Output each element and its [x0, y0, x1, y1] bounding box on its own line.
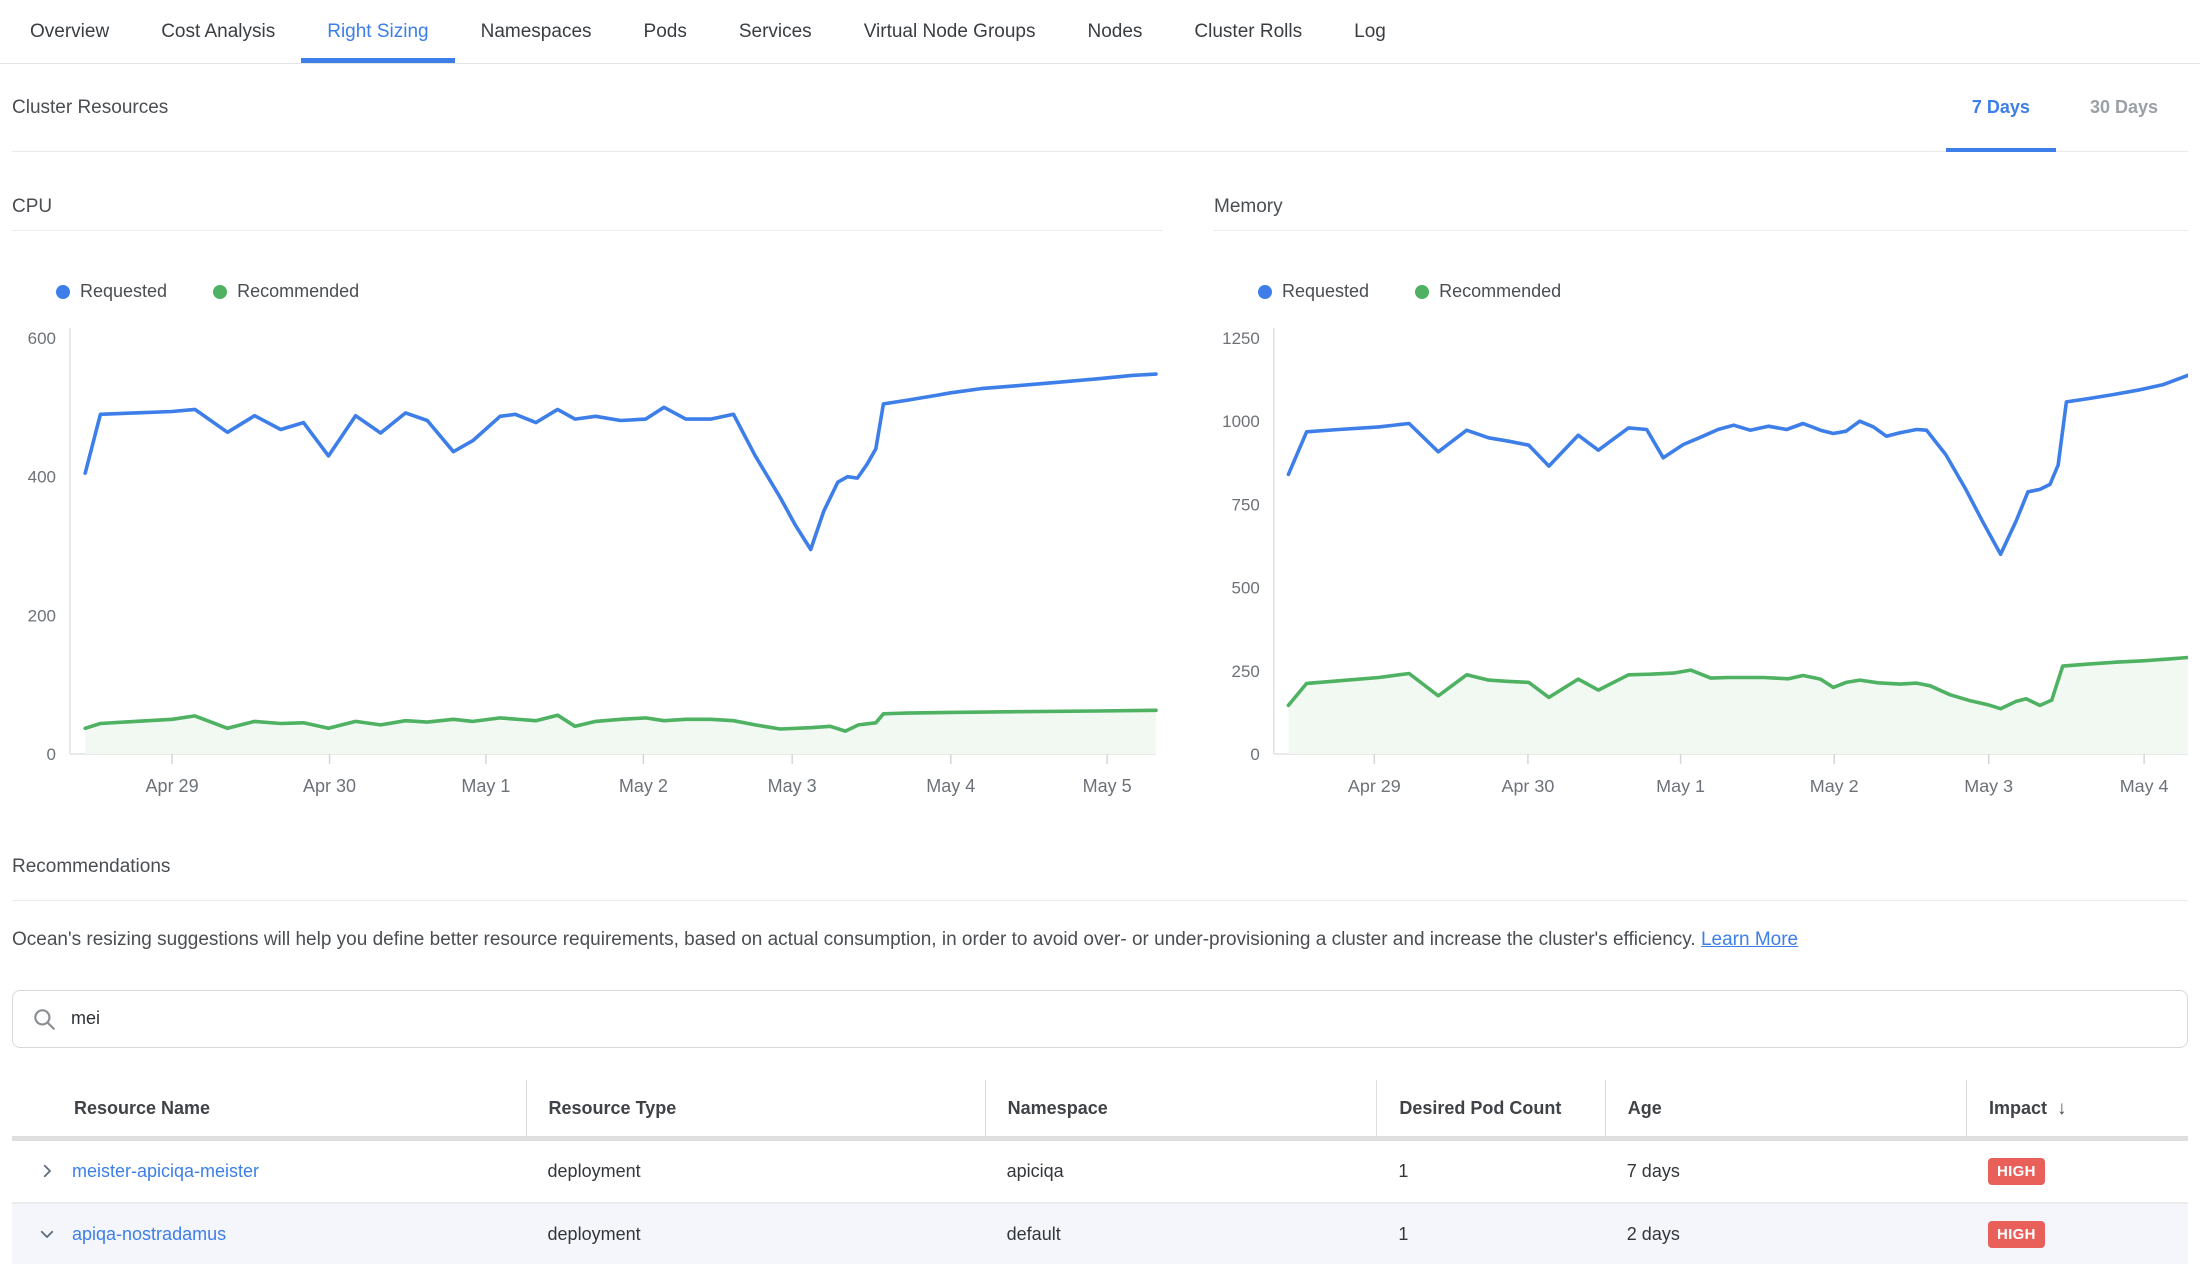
- search-box[interactable]: [12, 990, 2188, 1048]
- requested-series-dot-icon: [1258, 285, 1272, 299]
- tab-cost-analysis[interactable]: Cost Analysis: [135, 0, 301, 63]
- range-tabs: 7 Days 30 Days: [1942, 64, 2188, 151]
- age-cell: 2 days: [1605, 1224, 1966, 1245]
- tab-services[interactable]: Services: [713, 0, 838, 63]
- range-tab-30-days[interactable]: 30 Days: [2060, 64, 2188, 151]
- recommended-series-dot-icon: [1415, 285, 1429, 299]
- column-header-resource-name[interactable]: Resource Name: [12, 1080, 526, 1136]
- legend-label: Requested: [1282, 281, 1369, 302]
- recommended-series-dot-icon: [213, 285, 227, 299]
- namespace-cell: apiciqa: [985, 1161, 1377, 1182]
- tab-log[interactable]: Log: [1328, 0, 1412, 63]
- svg-text:May 5: May 5: [1083, 776, 1132, 796]
- table-row[interactable]: apiqa-nostradamus deployment default 1 2…: [12, 1204, 2188, 1264]
- legend-item-requested[interactable]: Requested: [1258, 281, 1369, 302]
- svg-text:600: 600: [28, 329, 56, 348]
- column-header-age[interactable]: Age: [1605, 1080, 1966, 1136]
- svg-text:May 4: May 4: [2120, 776, 2169, 796]
- memory-line-chart: 1250 1000 750 500 250 0 Apr 29 Apr 30 May 1 May 2…: [1214, 318, 2188, 800]
- tab-virtual-node-groups[interactable]: Virtual Node Groups: [838, 0, 1062, 63]
- svg-text:May 3: May 3: [1964, 776, 2013, 796]
- resource-type-cell: deployment: [526, 1224, 985, 1245]
- memory-chart-panel: Memory Requested Recommended 1250 1000 750…: [1214, 196, 2188, 800]
- svg-text:0: 0: [1250, 745, 1259, 764]
- tab-cluster-rolls[interactable]: Cluster Rolls: [1168, 0, 1328, 63]
- svg-text:May 1: May 1: [1656, 776, 1705, 796]
- legend-item-recommended[interactable]: Recommended: [213, 281, 359, 302]
- tab-nodes[interactable]: Nodes: [1062, 0, 1169, 63]
- recommendations-description-text: Ocean's resizing suggestions will help y…: [12, 929, 1696, 950]
- svg-text:500: 500: [1232, 579, 1260, 598]
- memory-chart-legend: Requested Recommended: [1258, 281, 2188, 302]
- tab-pods[interactable]: Pods: [618, 0, 713, 63]
- charts-section: CPU Requested Recommended 600 400 200 0 Apr …: [12, 196, 2188, 800]
- column-header-impact[interactable]: Impact ↓: [1966, 1080, 2188, 1136]
- svg-text:Apr 29: Apr 29: [146, 776, 199, 796]
- svg-text:Apr 30: Apr 30: [303, 776, 356, 796]
- cluster-resources-header: Cluster Resources 7 Days 30 Days: [12, 64, 2188, 152]
- recommendations-title: Recommendations: [12, 856, 2188, 901]
- requested-series-dot-icon: [56, 285, 70, 299]
- desired-pod-count-cell: 1: [1376, 1224, 1604, 1245]
- tab-overview[interactable]: Overview: [4, 0, 135, 63]
- recommendations-description: Ocean's resizing suggestions will help y…: [12, 927, 2188, 954]
- search-icon: [31, 1006, 57, 1032]
- svg-text:400: 400: [28, 468, 56, 487]
- svg-text:200: 200: [28, 606, 56, 625]
- column-header-desired-pod-count[interactable]: Desired Pod Count: [1376, 1080, 1604, 1136]
- column-header-resource-type[interactable]: Resource Type: [526, 1080, 985, 1136]
- legend-label: Recommended: [237, 281, 359, 302]
- svg-text:1000: 1000: [1222, 412, 1260, 431]
- chevron-down-icon[interactable]: [38, 1225, 56, 1243]
- cpu-chart-title: CPU: [12, 196, 1162, 231]
- svg-text:May 4: May 4: [926, 776, 975, 796]
- learn-more-link[interactable]: Learn More: [1701, 929, 1798, 950]
- table-row[interactable]: meister-apiciqa-meister deployment apici…: [12, 1141, 2188, 1204]
- legend-item-recommended[interactable]: Recommended: [1415, 281, 1561, 302]
- legend-label: Requested: [80, 281, 167, 302]
- svg-text:Apr 30: Apr 30: [1502, 776, 1555, 796]
- resource-type-cell: deployment: [526, 1161, 985, 1182]
- legend-item-requested[interactable]: Requested: [56, 281, 167, 302]
- cluster-resources-title: Cluster Resources: [12, 97, 168, 119]
- resource-name-link[interactable]: apiqa-nostradamus: [72, 1224, 226, 1245]
- cpu-chart-panel: CPU Requested Recommended 600 400 200 0 Apr …: [12, 196, 1162, 800]
- memory-chart-title: Memory: [1214, 196, 2188, 231]
- resource-name-link[interactable]: meister-apiciqa-meister: [72, 1161, 259, 1182]
- tab-right-sizing[interactable]: Right Sizing: [301, 0, 454, 63]
- svg-text:1250: 1250: [1222, 329, 1260, 348]
- column-header-namespace[interactable]: Namespace: [985, 1080, 1377, 1136]
- svg-text:250: 250: [1232, 662, 1260, 681]
- impact-badge: HIGH: [1988, 1158, 2045, 1185]
- svg-text:0: 0: [47, 745, 56, 764]
- main-tabbar: Overview Cost Analysis Right Sizing Name…: [0, 0, 2200, 64]
- recommendations-table: Resource Name Resource Type Namespace De…: [12, 1080, 2188, 1264]
- impact-badge: HIGH: [1988, 1221, 2045, 1248]
- svg-text:May 3: May 3: [768, 776, 817, 796]
- cpu-line-chart: 600 400 200 0 Apr 29 Apr 30 May 1 May 2 May 3 May…: [12, 318, 1162, 800]
- search-input[interactable]: [71, 1008, 2169, 1029]
- svg-text:750: 750: [1232, 495, 1260, 514]
- cpu-chart-legend: Requested Recommended: [56, 281, 1162, 302]
- sort-descending-icon[interactable]: ↓: [2057, 1098, 2067, 1120]
- svg-text:May 2: May 2: [619, 776, 668, 796]
- range-tab-7-days[interactable]: 7 Days: [1942, 64, 2060, 151]
- legend-label: Recommended: [1439, 281, 1561, 302]
- svg-text:Apr 29: Apr 29: [1348, 776, 1401, 796]
- tab-namespaces[interactable]: Namespaces: [455, 0, 618, 63]
- namespace-cell: default: [985, 1224, 1377, 1245]
- svg-text:May 1: May 1: [461, 776, 510, 796]
- table-header-row: Resource Name Resource Type Namespace De…: [12, 1080, 2188, 1141]
- age-cell: 7 days: [1605, 1161, 1966, 1182]
- svg-text:May 2: May 2: [1810, 776, 1859, 796]
- chevron-right-icon[interactable]: [38, 1162, 56, 1180]
- desired-pod-count-cell: 1: [1376, 1161, 1604, 1182]
